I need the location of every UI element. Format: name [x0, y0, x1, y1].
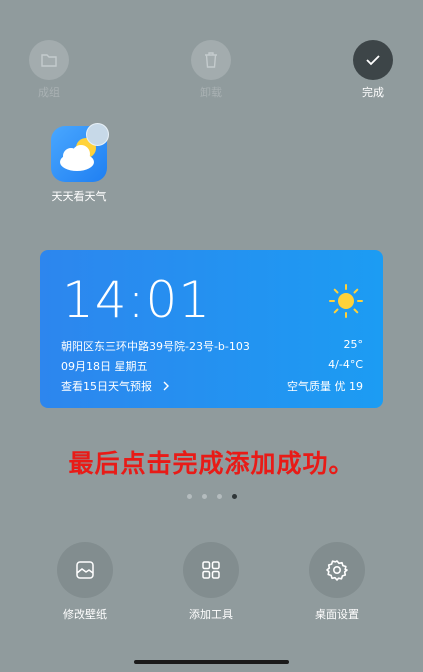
- uninstall-button[interactable]: 卸载: [181, 40, 241, 100]
- page-dot[interactable]: [216, 494, 222, 499]
- widget-temp-range: 4/-4°C: [328, 358, 363, 371]
- app-label: 天天看天气: [51, 190, 107, 203]
- desktop-settings-button[interactable]: 桌面设置: [297, 542, 377, 622]
- desktop-settings-label: 桌面设置: [315, 608, 359, 621]
- widget-air-quality: 空气质量 优 19: [287, 380, 363, 393]
- page-indicator: [0, 494, 423, 499]
- done-button[interactable]: 完成: [343, 40, 403, 100]
- change-wallpaper-button[interactable]: 修改壁纸: [45, 542, 125, 622]
- wallpaper-icon: [57, 542, 113, 598]
- tools-label: 添加工具: [189, 608, 233, 621]
- gear-icon: [309, 542, 365, 598]
- group-label: 成组: [38, 86, 60, 99]
- page-dot[interactable]: [201, 494, 207, 499]
- forecast-link-label: 查看15日天气预报: [61, 380, 152, 393]
- page-dot[interactable]: [186, 494, 192, 499]
- widget-temperature: 25°: [343, 338, 364, 351]
- add-tools-button[interactable]: 添加工具: [171, 542, 251, 622]
- trash-icon: [191, 40, 231, 80]
- checkmark-icon: [353, 40, 393, 80]
- sun-icon: [329, 284, 363, 318]
- widget-location: 朝阳区东三环中路39号院-23号-b-103: [61, 340, 250, 353]
- group-button[interactable]: 成组: [19, 40, 79, 100]
- chevron-right-icon: [163, 381, 169, 391]
- weather-widget[interactable]: 14:01 朝阳区东三环中路39号院-23号-b-103 25° 09月18日 …: [40, 250, 383, 408]
- home-indicator[interactable]: [134, 660, 289, 664]
- widget-time: 14:01: [62, 271, 212, 329]
- uninstall-label: 卸载: [200, 86, 222, 99]
- folder-icon: [29, 40, 69, 80]
- wallpaper-label: 修改壁纸: [63, 608, 107, 621]
- widget-date: 09月18日 星期五: [61, 360, 148, 373]
- forecast-link[interactable]: 查看15日天气预报: [61, 378, 170, 394]
- page-dot-active[interactable]: [231, 494, 237, 499]
- app-select-badge[interactable]: [86, 123, 109, 146]
- instruction-text: 最后点击完成添加成功。: [68, 449, 355, 478]
- done-label: 完成: [362, 86, 384, 99]
- grid-icon: [183, 542, 239, 598]
